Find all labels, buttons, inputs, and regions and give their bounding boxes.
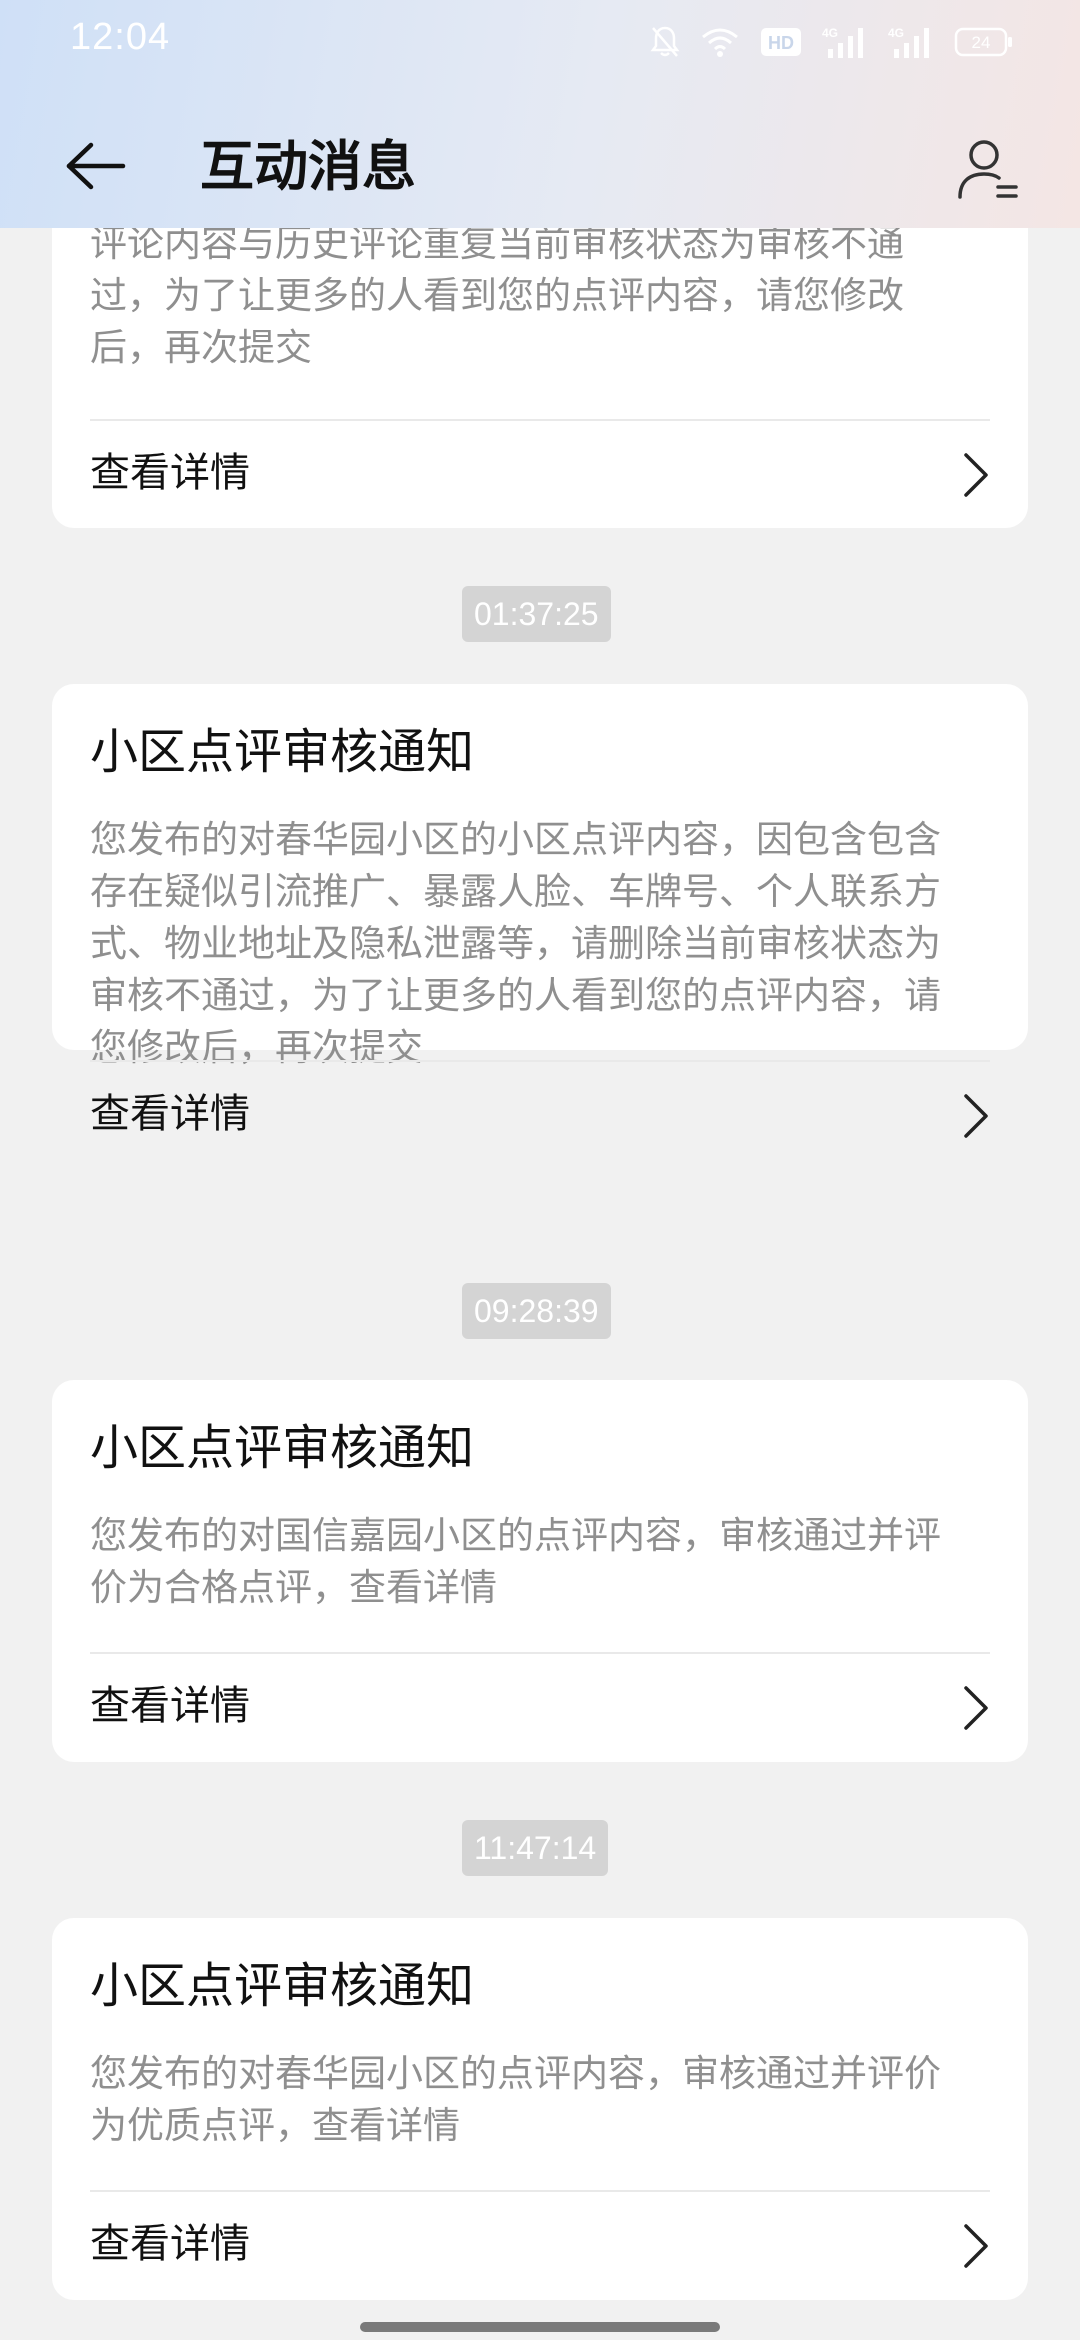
bell-off-icon (650, 25, 680, 59)
message-list[interactable]: 评论内容与历史评论重复当前审核状态为审核不通 过，为了让更多的人看到您的点评内容… (0, 228, 1080, 2340)
message-body-line: 存在疑似引流推广、暴露人脸、车牌号、个人联系方 (90, 870, 941, 913)
view-details-row[interactable]: 查看详情 (52, 1062, 1028, 1170)
time-badge: 01:37:25 (462, 586, 611, 642)
message-card: 小区点评审核通知 您发布的对春华园小区的小区点评内容，因包含包含 存在疑似引流推… (52, 684, 1028, 1138)
view-details-label: 查看详情 (90, 1091, 250, 1137)
signal-1-label: 4G (822, 26, 838, 40)
home-indicator[interactable] (360, 2322, 720, 2332)
chevron-right-icon (958, 451, 994, 499)
message-card: 小区点评审核通知 您发布的对国信嘉园小区的点评内容，审核通过并评 价为合格点评，… (52, 1380, 1028, 1762)
view-details-row[interactable]: 查看详情 (52, 2192, 1028, 2300)
message-body-line: 审核不通过，为了让更多的人看到您的点评内容，请 (90, 974, 941, 1017)
message-body-line: 您发布的对国信嘉园小区的点评内容，审核通过并评 (90, 1514, 941, 1557)
status-icons: HD 4G 4G 24 (650, 22, 1014, 62)
message-body-line: 式、物业地址及隐私泄露等，请删除当前审核状态为 (90, 922, 941, 965)
battery-icon: 24 (954, 26, 1014, 58)
view-details-row[interactable]: 查看详情 (52, 421, 1028, 529)
message-body: 您发布的对春华园小区的小区点评内容，因包含包含 存在疑似引流推广、暴露人脸、车牌… (90, 814, 1000, 1074)
message-body-line: 评论内容与历史评论重复当前审核状态为审核不通 (90, 228, 904, 265)
status-time: 12:04 (70, 16, 171, 58)
message-title: 小区点评审核通知 (90, 1420, 475, 1476)
header: 12:04 HD 4G 4G 24 互动消息 (0, 0, 1080, 228)
view-details-row[interactable]: 查看详情 (52, 1654, 1028, 1762)
profile-button[interactable] (946, 130, 1030, 214)
message-body-line: 您发布的对春华园小区的点评内容，审核通过并评价 (90, 2052, 941, 2095)
signal-4g-icon: 4G (888, 25, 934, 59)
message-body: 您发布的对国信嘉园小区的点评内容，审核通过并评 价为合格点评，查看详情 (90, 1510, 1000, 1614)
wifi-icon (700, 26, 740, 58)
user-settings-icon (956, 137, 1020, 207)
hd-icon: HD (760, 27, 802, 57)
back-button[interactable] (56, 128, 136, 208)
chevron-right-icon (958, 1092, 994, 1140)
message-card: 小区点评审核通知 您发布的对春华园小区的点评内容，审核通过并评价 为优质点评，查… (52, 1918, 1028, 2300)
message-title: 小区点评审核通知 (90, 724, 475, 780)
message-card: 评论内容与历史评论重复当前审核状态为审核不通 过，为了让更多的人看到您的点评内容… (52, 228, 1028, 528)
message-body-line: 过，为了让更多的人看到您的点评内容，请您修改 (90, 274, 904, 317)
app-bar: 互动消息 (0, 110, 1080, 220)
message-title: 小区点评审核通知 (90, 1958, 475, 2014)
signal-4g-icon: 4G (822, 25, 868, 59)
view-details-label: 查看详情 (90, 2221, 250, 2267)
message-body-line: 为优质点评，查看详情 (90, 2104, 460, 2147)
time-badge: 09:28:39 (462, 1283, 611, 1339)
message-body-line: 价为合格点评，查看详情 (90, 1566, 497, 1609)
message-body-line: 后，再次提交 (90, 326, 312, 369)
status-bar: 12:04 HD 4G 4G 24 (0, 0, 1080, 82)
arrow-left-icon (65, 141, 127, 195)
time-badge: 11:47:14 (462, 1820, 609, 1876)
hd-label: HD (768, 33, 794, 53)
page-title: 互动消息 (200, 135, 416, 198)
battery-level: 24 (972, 33, 991, 52)
view-details-label: 查看详情 (90, 450, 250, 496)
signal-2-label: 4G (888, 26, 904, 40)
message-body-line: 您发布的对春华园小区的小区点评内容，因包含包含 (90, 818, 941, 861)
chevron-right-icon (958, 1684, 994, 1732)
message-body: 评论内容与历史评论重复当前审核状态为审核不通 过，为了让更多的人看到您的点评内容… (90, 228, 1000, 374)
view-details-label: 查看详情 (90, 1683, 250, 1729)
chevron-right-icon (958, 2222, 994, 2270)
message-body: 您发布的对春华园小区的点评内容，审核通过并评价 为优质点评，查看详情 (90, 2048, 1000, 2152)
